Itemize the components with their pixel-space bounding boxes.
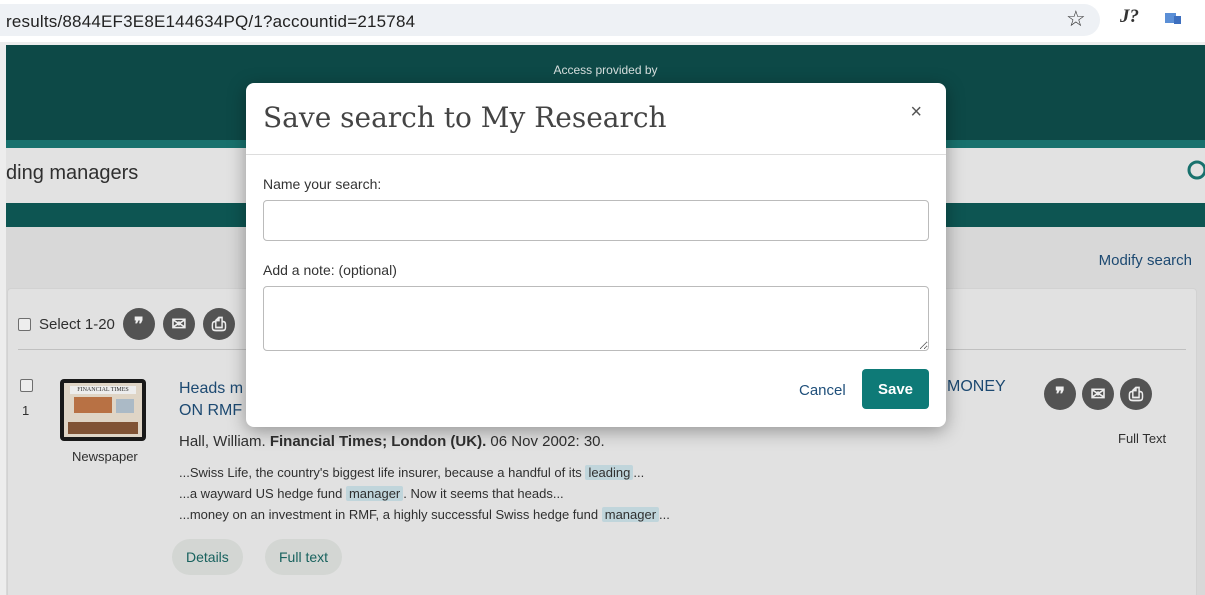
- note-label: Add a note: (optional): [263, 262, 397, 278]
- extension-puzzle-icon[interactable]: [1163, 10, 1183, 26]
- extension-icon[interactable]: J?: [1120, 6, 1139, 28]
- cancel-button[interactable]: Cancel: [799, 382, 846, 399]
- close-icon[interactable]: ×: [910, 101, 922, 124]
- page: results/8844EF3E8E144634PQ/1?accountid=2…: [0, 0, 1205, 595]
- dialog-title: Save search to My Research: [263, 101, 667, 134]
- dialog-divider: [246, 154, 946, 155]
- search-name-input[interactable]: [263, 200, 929, 241]
- browser-toolbar: results/8844EF3E8E144634PQ/1?accountid=2…: [0, 0, 1205, 42]
- save-button[interactable]: Save: [862, 369, 929, 409]
- name-search-label: Name your search:: [263, 176, 382, 192]
- note-textarea[interactable]: [263, 286, 929, 351]
- address-bar[interactable]: results/8844EF3E8E144634PQ/1?accountid=2…: [0, 4, 1100, 36]
- bookmark-star-icon[interactable]: ☆: [1066, 6, 1086, 32]
- url-text: results/8844EF3E8E144634PQ/1?accountid=2…: [6, 12, 416, 31]
- save-search-dialog: Save search to My Research × Name your s…: [246, 83, 946, 427]
